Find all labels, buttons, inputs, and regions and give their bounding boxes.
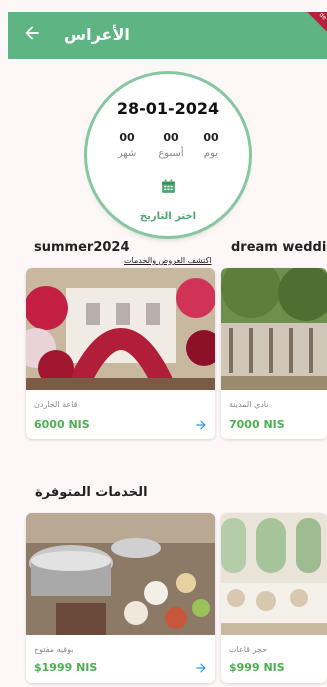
date-countdown-card: 28-01-2024 00 يوم 00 أسبوع 00 شهر اختر ا… — [87, 74, 249, 236]
pick-date-button[interactable]: اختر التاريخ — [87, 211, 249, 222]
service-price: $999 NIS — [229, 661, 285, 674]
page-title: الأعراس — [64, 25, 130, 44]
counter-label: شهر — [117, 148, 137, 159]
debug-ribbon-label: de — [317, 12, 327, 22]
service-price: $1999 NIS — [34, 661, 98, 674]
counter-month: 00 شهر — [107, 131, 147, 159]
service-name: حجز قاعات — [229, 645, 268, 654]
venue-price: 7000 NIS — [229, 418, 285, 431]
venue-image — [26, 268, 215, 390]
counter-value: 00 — [203, 131, 219, 144]
venue-name: قاعة الجاردن — [34, 400, 78, 409]
selected-date: 28-01-2024 — [116, 99, 220, 118]
app-bar: الأعراس — [8, 12, 327, 59]
calendar-icon[interactable] — [160, 178, 177, 195]
venue-price: 6000 NIS — [34, 418, 90, 431]
counter-week: 00 أسبوع — [151, 131, 191, 159]
service-image — [221, 513, 327, 635]
offer-title-dream: dream weddi — [231, 240, 327, 255]
counter-label: يوم — [203, 148, 219, 159]
venue-card[interactable]: قاعة الجاردن 6000 NIS — [26, 268, 215, 439]
services-title: الخدمات المتوفرة — [35, 485, 148, 500]
service-card[interactable]: بوفيه مفتوح $1999 NIS — [26, 513, 215, 683]
service-name: بوفيه مفتوح — [34, 645, 74, 654]
service-card[interactable]: حجز قاعات $999 NIS — [221, 513, 327, 683]
arrow-forward-icon[interactable] — [194, 661, 208, 675]
offer-title-summer: summer2024 — [34, 240, 130, 255]
service-image — [26, 513, 215, 635]
venue-name: نادي المدينة — [229, 400, 269, 409]
venue-image — [221, 268, 327, 390]
discover-link[interactable]: اكتشف العروض والخدمات — [124, 256, 212, 265]
debug-ribbon: de — [303, 12, 327, 36]
counter-value: 00 — [119, 131, 135, 144]
counter-day: 00 يوم — [191, 131, 231, 159]
counter-label: أسبوع — [158, 148, 184, 159]
arrow-forward-icon[interactable] — [194, 418, 208, 432]
back-arrow-icon[interactable] — [22, 23, 42, 43]
counter-value: 00 — [163, 131, 179, 144]
venue-card[interactable]: نادي المدينة 7000 NIS — [221, 268, 327, 439]
